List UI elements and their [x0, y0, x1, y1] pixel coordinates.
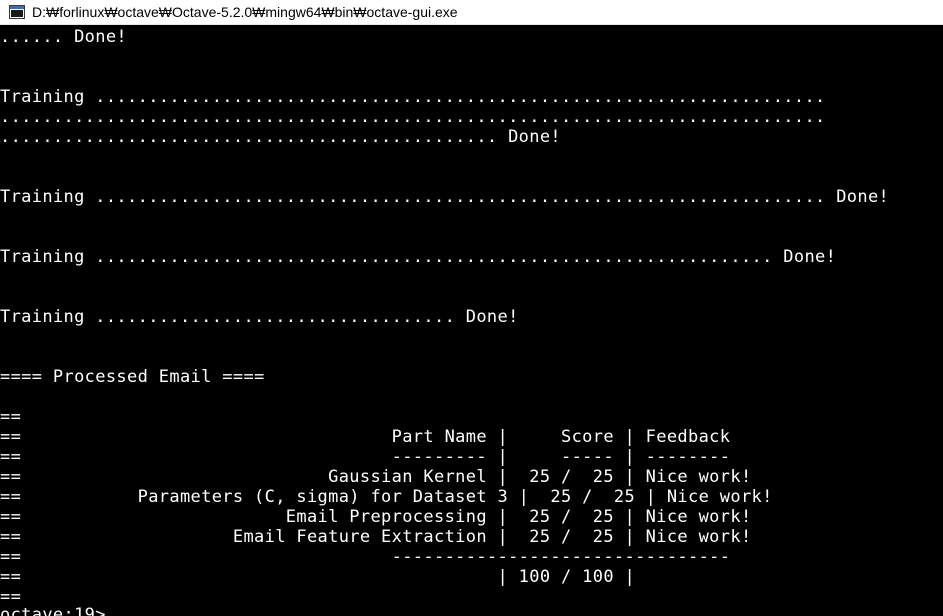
console-line: == Gaussian Kernel | 25 / 25 | Nice work… — [0, 467, 752, 487]
console-line: ........................................… — [0, 127, 561, 147]
console-output[interactable]: ...... Done! Training ..................… — [0, 27, 943, 616]
console-line: == Part Name | Score | Feedback — [0, 427, 731, 447]
console-line: Training ...............................… — [0, 247, 837, 267]
console-line: == — [0, 407, 22, 427]
console-prompt[interactable]: octave:19> — [0, 605, 106, 616]
console-line: == Parameters (C, sigma) for Dataset 3 |… — [0, 487, 773, 507]
console-line: == Email Preprocessing | 25 / 25 | Nice … — [0, 507, 752, 527]
window-title: D:₩forlinux₩octave₩Octave-5.2.0₩mingw64₩… — [32, 4, 458, 20]
console-line: == --------- | ----- | -------- — [0, 447, 731, 467]
console-line: ==== Processed Email ==== — [0, 367, 265, 387]
console-line: == -------------------------------- — [0, 547, 731, 567]
console-line: == Email Feature Extraction | 25 / 25 | … — [0, 527, 752, 547]
console-window-icon — [8, 3, 26, 21]
octave-console-window: D:₩forlinux₩octave₩Octave-5.2.0₩mingw64₩… — [0, 0, 943, 616]
console-line: Training ...............................… — [0, 87, 826, 107]
console-line: Training ...............................… — [0, 307, 519, 327]
console-line: ........................................… — [0, 107, 826, 127]
console-line: == — [0, 587, 22, 607]
console-line: == | 100 / 100 | — [0, 567, 636, 587]
title-bar[interactable]: D:₩forlinux₩octave₩Octave-5.2.0₩mingw64₩… — [0, 0, 943, 25]
console-line: ...... Done! — [0, 27, 128, 47]
console-line: Training ...............................… — [0, 187, 890, 207]
